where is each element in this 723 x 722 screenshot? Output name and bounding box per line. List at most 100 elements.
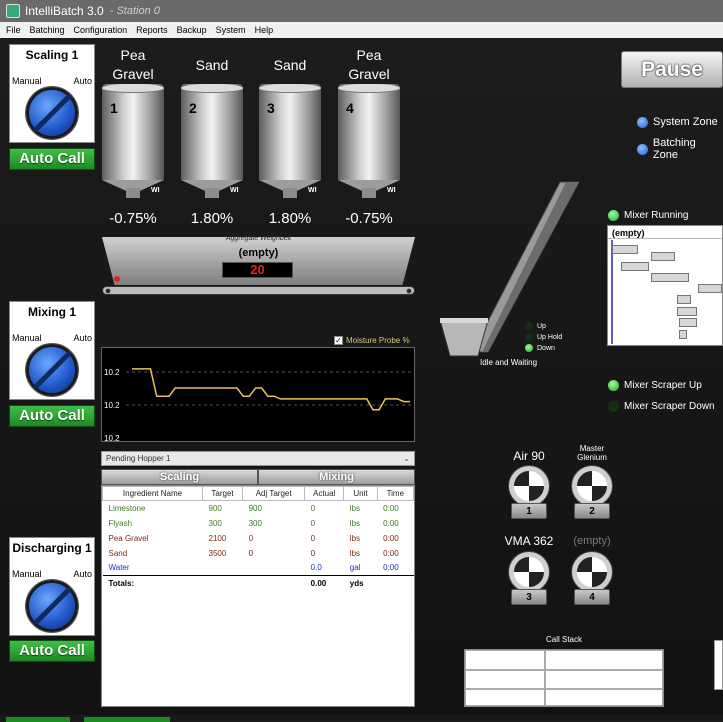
moisture-probe-label: Moisture Probe % (346, 336, 410, 345)
table-row[interactable]: Flyash 300 300 0 lbs 0:00 (103, 516, 414, 531)
pump-4-label: (empty) (573, 535, 611, 547)
time: 0:00 (383, 503, 399, 513)
actual: 0.0 (310, 563, 322, 573)
pump-2-label: Master Glenium (577, 444, 607, 462)
down-indicator: Down (525, 344, 555, 352)
table-row[interactable]: Sand 3500 0 0 lbs 0:00 (103, 546, 414, 561)
menu-help[interactable]: Help (255, 25, 274, 35)
system-zone[interactable]: System Zone (637, 116, 718, 128)
pump-4[interactable]: 4 (566, 552, 618, 607)
hopper-1[interactable]: 1 WI (102, 84, 164, 200)
scaling-mixing-tabs: Scaling Mixing (101, 469, 415, 485)
pump-2[interactable]: 2 (566, 466, 618, 521)
status-light (608, 380, 619, 391)
time: 0:00 (383, 533, 399, 543)
ingredient-name: Sand (108, 548, 128, 558)
column-header: Ingredient Name (102, 486, 203, 501)
main-panel: Scaling 1 Manual Auto Auto Call Mixing 1… (0, 38, 723, 722)
mixing-auto-call-button[interactable]: Auto Call (9, 405, 95, 427)
up-indicator: Up (525, 322, 546, 330)
wi-label: WI (151, 187, 160, 194)
station-label: - Station 0 (109, 5, 160, 17)
actual: 0 (310, 548, 316, 558)
timeline-header: (empty) (608, 226, 722, 239)
chevron-down-icon: ⌄ (403, 454, 410, 463)
weighbelt-display: 20 (222, 262, 293, 278)
target: 300 (208, 518, 222, 528)
pump-1[interactable]: 1 (503, 466, 555, 521)
hopper-4[interactable]: 4 WI (338, 84, 400, 200)
hopper-2-label: Sand (195, 57, 229, 73)
auto-label: Auto (73, 333, 92, 343)
mixer-scraper-up-indicator: Mixer Scraper Up (608, 380, 702, 391)
hopper-1-label: Pea Gravel (112, 47, 154, 82)
tab-mixing[interactable]: Mixing (258, 469, 415, 485)
hopper-1-percent: -0.75% (109, 210, 157, 227)
pump-number: 1 (511, 503, 547, 519)
unit: gal (349, 563, 361, 573)
hopper-2[interactable]: 2 WI (181, 84, 243, 200)
wi-label: WI (308, 187, 317, 194)
ingredient-name: Water (108, 563, 130, 573)
discharging-mode-knob[interactable] (26, 580, 78, 632)
menu-system[interactable]: System (216, 25, 246, 35)
pending-hopper-select[interactable]: Pending Hopper 1 ⌄ (101, 451, 415, 466)
hopper-4-percent: -0.75% (345, 210, 393, 227)
wi-label: WI (230, 187, 239, 194)
adj-target: 300 (248, 518, 262, 528)
up-hold-indicator: Up Hold (525, 333, 562, 341)
scaling-mode-knob[interactable] (26, 87, 78, 139)
call-stack-list[interactable] (464, 649, 664, 707)
pump-3[interactable]: 3 (503, 552, 555, 607)
zone-light (637, 143, 648, 155)
hopper-3-label: Sand (273, 57, 307, 73)
batching-zone[interactable]: Batching Zone (637, 137, 723, 161)
pause-button[interactable]: Pause (621, 51, 723, 88)
manual-label: Manual (12, 569, 42, 579)
pump-icon (509, 466, 549, 506)
side-panel-button[interactable] (714, 640, 723, 690)
conveyor-status: Idle and Waiting (480, 358, 538, 367)
discharging-auto-call-button[interactable]: Auto Call (9, 640, 95, 662)
pending-hopper-value: Pending Hopper 1 (106, 454, 171, 463)
manual-label: Manual (12, 76, 42, 86)
zone-light (637, 116, 648, 128)
tab-scaling[interactable]: Scaling (101, 469, 258, 485)
column-header: Adj Target (242, 486, 306, 501)
menu-reports[interactable]: Reports (136, 25, 168, 35)
mixer-timeline: (empty) (607, 225, 723, 346)
pump-icon (572, 552, 612, 592)
status-light (525, 322, 533, 330)
scaling-auto-call-button[interactable]: Auto Call (9, 148, 95, 170)
manual-label: Manual (12, 333, 42, 343)
menu-batching[interactable]: Batching (30, 25, 65, 35)
moisture-trace-line (132, 368, 410, 411)
mixing-mode-knob[interactable] (26, 344, 78, 396)
menu-bar: File Batching Configuration Reports Back… (0, 22, 723, 38)
totals-actual: 0.00 (304, 575, 344, 591)
menu-backup[interactable]: Backup (177, 25, 207, 35)
adj-target: 900 (248, 503, 262, 513)
unit: lbs (349, 518, 361, 528)
ingredient-name: Flyash (108, 518, 133, 528)
time: 0:00 (383, 563, 399, 573)
column-header: Target (201, 486, 244, 501)
unit: lbs (349, 503, 361, 513)
title-bar: IntelliBatch 3.0 - Station 0 (0, 0, 723, 22)
incline-conveyor[interactable] (436, 178, 606, 378)
moisture-probe-checkbox[interactable]: ✓ Moisture Probe % (334, 336, 410, 345)
moisture-chart: 10.2 10.2 10.2 (101, 347, 415, 443)
mixing-mode-box: Mixing 1 Manual Auto (9, 301, 95, 400)
table-row[interactable]: Water 0.0 gal 0:00 (103, 561, 414, 576)
hopper-number: 4 (346, 100, 354, 116)
menu-configuration[interactable]: Configuration (74, 25, 128, 35)
menu-file[interactable]: File (6, 25, 21, 35)
table-row[interactable]: Limestone 900 900 0 lbs 0:00 (103, 501, 414, 516)
time: 0:00 (383, 548, 399, 558)
hopper-2-percent: 1.80% (190, 210, 234, 227)
weighbelt-status-light (114, 276, 120, 282)
weighbelt-label: (empty) (238, 247, 279, 259)
actual: 0 (310, 518, 316, 528)
table-row[interactable]: Pea Gravel 2100 0 0 lbs 0:00 (103, 531, 414, 546)
hopper-3[interactable]: 3 WI (259, 84, 321, 200)
